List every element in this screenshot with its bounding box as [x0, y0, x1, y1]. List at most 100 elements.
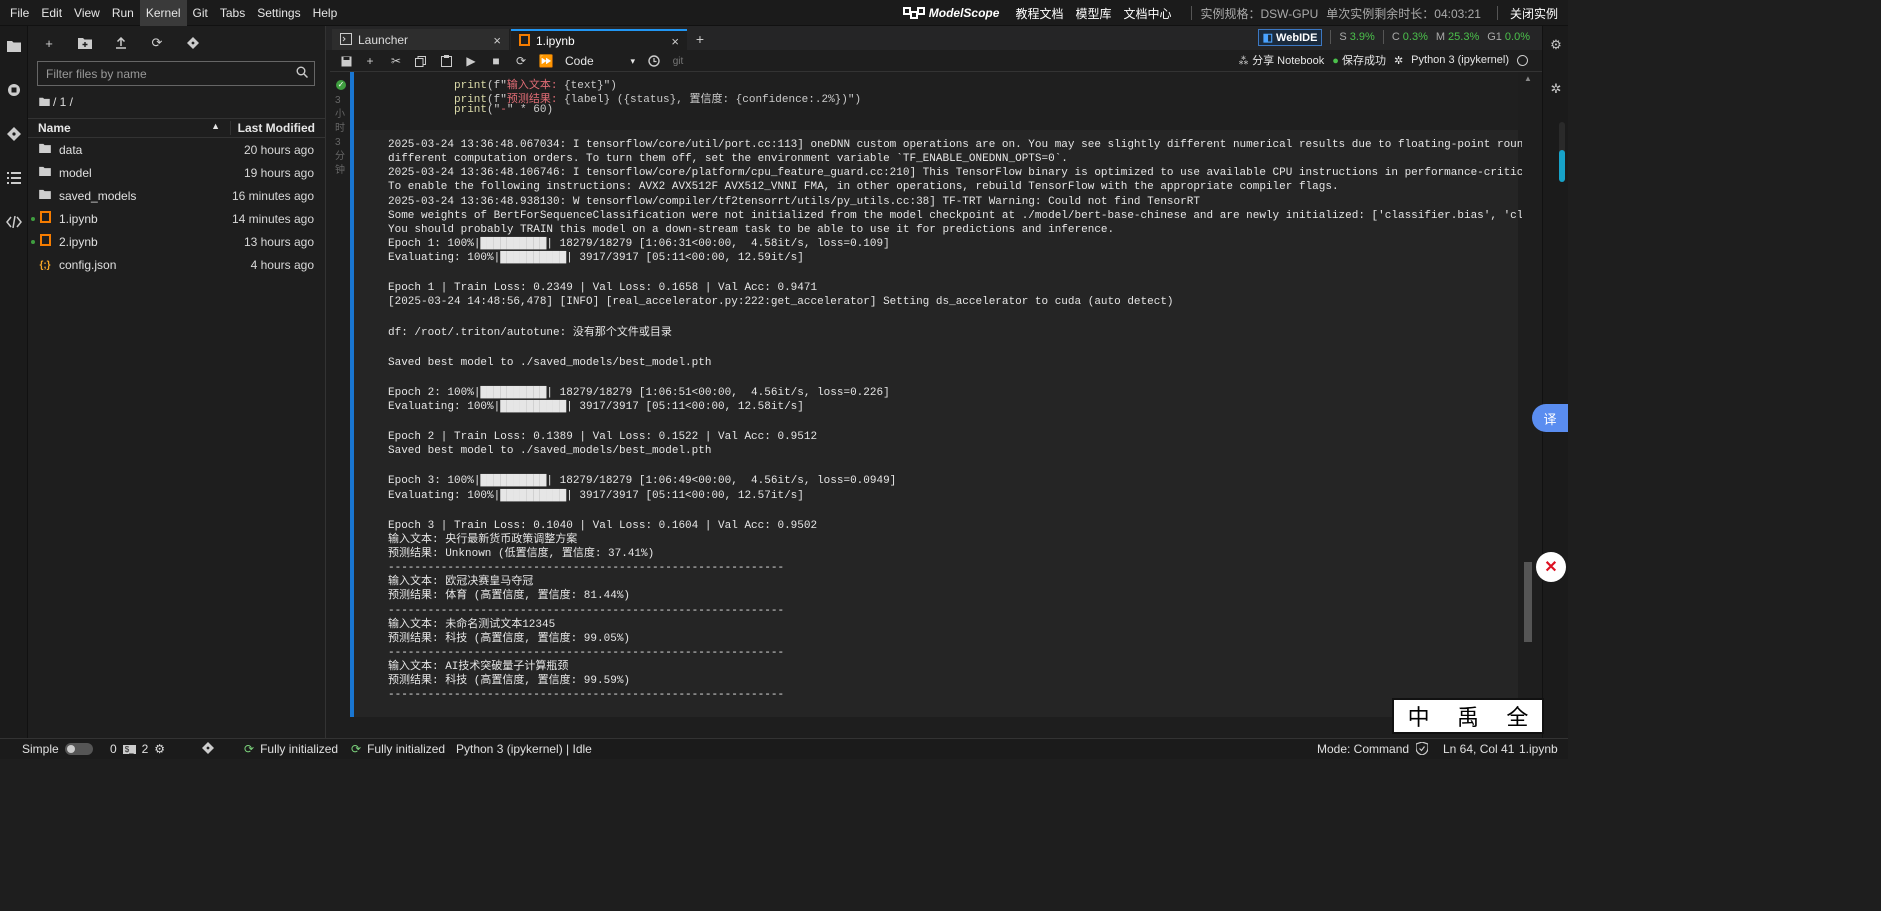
assistant-float-icon[interactable]: ✕ [1536, 552, 1566, 582]
file-row[interactable]: model 19 hours ago [28, 161, 325, 184]
git-button[interactable]: git [668, 52, 688, 70]
menu-view[interactable]: View [68, 0, 106, 26]
translate-button[interactable]: 译 [1532, 404, 1568, 432]
notebook-scrollbar[interactable]: ▲ [1522, 72, 1534, 738]
tab-notebook[interactable]: 1.ipynb × [511, 29, 687, 51]
kernel-idle-icon [1517, 54, 1528, 66]
modelscope-logo[interactable]: ModelScope [902, 6, 999, 20]
link-docs-center[interactable]: 文档中心 [1123, 5, 1171, 22]
column-name[interactable]: Name ▲ [28, 121, 231, 135]
search-icon[interactable] [296, 66, 309, 81]
share-notebook-button[interactable]: ⁂ 分享 Notebook [1238, 52, 1324, 68]
file-row[interactable]: 1.ipynb 14 minutes ago [28, 207, 325, 230]
file-row[interactable]: saved_models 16 minutes ago [28, 184, 325, 207]
new-launcher-icon[interactable]: + [38, 32, 60, 54]
file-modified: 20 hours ago [243, 142, 314, 157]
insert-cell-icon[interactable]: + [360, 52, 380, 70]
running-indicator-icon [31, 216, 35, 221]
folder-icon [39, 143, 51, 156]
close-icon[interactable]: × [671, 34, 679, 49]
toggle-switch[interactable] [64, 743, 93, 755]
breadcrumb[interactable]: / 1 / [39, 95, 73, 109]
folder-icon[interactable] [0, 32, 28, 60]
running-kernels-icon[interactable] [0, 76, 28, 104]
cut-icon[interactable]: ✂ [386, 52, 406, 70]
restart-icon[interactable]: ⟳ [511, 52, 531, 70]
file-list-header: Name ▲ Last Modified [28, 118, 325, 138]
file-row[interactable]: {;} config.json 4 hours ago [28, 253, 325, 276]
file-filter-box [37, 61, 315, 86]
fast-forward-icon[interactable]: ⏩ [536, 52, 556, 70]
file-filter-input[interactable] [38, 62, 283, 85]
column-name-label: Name [38, 121, 71, 135]
kernel-name[interactable]: Python 3 (ipykernel) [1411, 54, 1509, 66]
cursor-position[interactable]: Ln 64, Col 41 [1443, 742, 1514, 756]
copy-icon[interactable] [410, 52, 430, 70]
folder-icon [39, 166, 51, 179]
output-line: 预测结果: 科技 (高置信度, 置信度: 99.59%) [388, 675, 631, 688]
lsp-status-1-label: Fully initialized [260, 742, 339, 756]
side-slider[interactable] [1559, 122, 1565, 182]
close-icon[interactable]: × [493, 33, 501, 48]
tab-launcher[interactable]: Launcher × [332, 29, 510, 51]
kernels-count-value: 2 [141, 742, 149, 756]
debugger-icon[interactable]: ✲ [1543, 78, 1569, 100]
cell-input[interactable]: print(f"输入文本: {text}") print(f"预测结果: {lab… [350, 72, 1518, 130]
run-icon[interactable]: ▶ [461, 52, 481, 70]
output-line: Epoch 2: 100%|██████████| 18279/18279 [1… [388, 386, 890, 399]
menu-help[interactable]: Help [307, 0, 344, 26]
file-row[interactable]: 2.ipynb 13 hours ago [28, 230, 325, 253]
paste-icon[interactable] [436, 52, 456, 70]
link-model-library[interactable]: 模型库 [1075, 5, 1111, 22]
add-tab-icon[interactable]: + [690, 30, 710, 48]
file-modified: 16 minutes ago [231, 188, 314, 203]
scrollbar-thumb[interactable] [1524, 562, 1532, 642]
file-name: 2.ipynb [59, 234, 98, 249]
git-status-icon[interactable] [202, 742, 214, 754]
menu-edit[interactable]: Edit [35, 0, 68, 26]
menu-settings[interactable]: Settings [251, 0, 306, 26]
code-icon[interactable] [0, 208, 28, 236]
output-line: Epoch 1: 100%|██████████| 18279/18279 [1… [388, 237, 890, 250]
upload-icon[interactable] [110, 32, 132, 54]
cell-type-select[interactable]: Code ▾ [565, 52, 635, 70]
webide-button[interactable]: ◧ WebIDE [1257, 28, 1323, 46]
git-clone-icon[interactable] [182, 32, 204, 54]
vscode-icon: ◧ [1262, 31, 1274, 44]
file-row[interactable]: data 20 hours ago [28, 138, 325, 161]
output-line: 输入文本: AI技术突破量子计算瓶颈 [388, 661, 569, 674]
storage-gauge-value: 3.9% [1349, 31, 1375, 43]
menu-git[interactable]: Git [187, 0, 214, 26]
menu-kernel[interactable]: Kernel [139, 0, 187, 26]
kernel-status[interactable]: Python 3 (ipykernel) | Idle [456, 742, 592, 756]
terminals-count[interactable]: 0 $_ 2 ⚙ [110, 742, 165, 756]
breadcrumb-path[interactable]: / 1 / [53, 95, 73, 109]
memory-gauge-label: M [1435, 31, 1446, 43]
clock-icon[interactable] [644, 52, 664, 70]
link-tutorial[interactable]: 教程文档 [1015, 5, 1063, 22]
code-cell[interactable]: print(f"输入文本: {text}") print(f"预测结果: {lab… [350, 72, 1522, 717]
lsp-status-2[interactable]: ⟳ Fully initialized [351, 742, 445, 756]
refresh-icon[interactable]: ⟳ [146, 32, 168, 54]
git-icon[interactable] [0, 120, 28, 148]
close-instance-button[interactable]: 关闭实例 [1510, 5, 1558, 22]
simple-mode-toggle[interactable]: Simple [22, 742, 93, 756]
table-of-contents-icon[interactable] [0, 164, 28, 192]
save-icon[interactable] [336, 52, 356, 70]
shield-icon[interactable] [1416, 742, 1428, 755]
bug-icon[interactable]: ✲ [1394, 54, 1403, 67]
scroll-up-icon[interactable]: ▲ [1524, 74, 1532, 83]
property-inspector-icon[interactable]: ⚙ [1543, 34, 1569, 56]
lsp-status-1[interactable]: ⟳ Fully initialized [244, 742, 338, 756]
side-slider-fill [1559, 150, 1565, 182]
menu-run[interactable]: Run [106, 0, 140, 26]
top-right-bar: ModelScope 教程文档 模型库 文档中心 实例规格：DSW-GPU 单次… [902, 0, 1568, 26]
new-folder-icon[interactable] [74, 32, 96, 54]
save-status: ● 保存成功 [1332, 52, 1386, 68]
menu-file[interactable]: File [4, 0, 35, 26]
stop-icon[interactable]: ■ [486, 52, 506, 70]
menu-tabs[interactable]: Tabs [214, 0, 251, 26]
column-last-modified[interactable]: Last Modified [231, 121, 325, 135]
